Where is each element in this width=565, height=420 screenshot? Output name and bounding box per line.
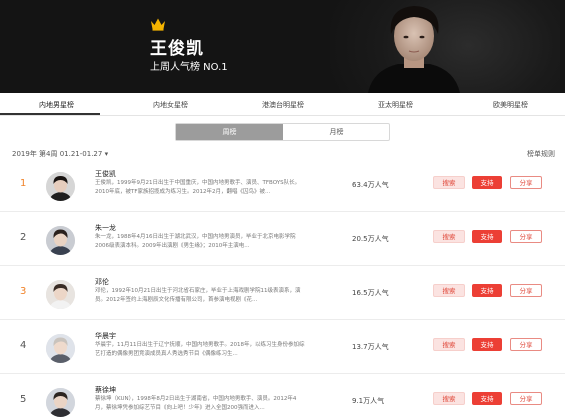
star-description: 朱一龙，1988年4月16日出生于湖北武汉，中国内地男演员，毕业于北京电影学院2…: [95, 234, 296, 249]
popularity-count: 16.5万人气: [352, 289, 389, 297]
tab-western[interactable]: 欧美明星榜: [493, 100, 528, 110]
star-name[interactable]: 华晨宇: [95, 331, 116, 341]
period-toggle: 周榜 月榜: [175, 123, 390, 141]
support-button[interactable]: 支持: [472, 230, 502, 243]
tab-hk-macau-taiwan[interactable]: 港澳台明星榜: [262, 100, 304, 110]
rank-number: 5: [20, 394, 27, 405]
avatar[interactable]: [46, 280, 75, 309]
rank-number: 4: [20, 340, 27, 351]
rank-number: 1: [20, 178, 27, 189]
share-button[interactable]: 分享: [510, 230, 542, 243]
popularity-count: 9.1万人气: [352, 397, 385, 405]
search-button[interactable]: 搜索: [433, 230, 465, 243]
share-button[interactable]: 分享: [510, 176, 542, 189]
popularity-count: 13.7万人气: [352, 343, 389, 351]
period-label: 2019年 第4周 01.21-01.27: [12, 150, 103, 158]
crown-icon: [151, 18, 165, 31]
hero-portrait-image: [368, 6, 460, 93]
avatar[interactable]: [46, 172, 75, 201]
search-button[interactable]: 搜索: [433, 392, 465, 405]
star-description: 王俊凯，1999年9月21日出生于中国重庆，中国内地男歌手、演员、TFBOYS队…: [95, 180, 301, 195]
share-button[interactable]: 分享: [510, 338, 542, 351]
ranking-row: 3 邓伦 邓伦，1992年10月21日出生于河北省石家庄，毕业于上海戏剧学院11…: [0, 266, 565, 320]
active-tab-indicator: [0, 113, 100, 115]
popularity-count: 63.4万人气: [352, 181, 389, 189]
support-button[interactable]: 支持: [472, 284, 502, 297]
tab-mainland-male[interactable]: 内地男星榜: [39, 100, 74, 110]
ranking-row: 1 王俊凯 王俊凯，1999年9月21日出生于中国重庆，中国内地男歌手、演员、T…: [0, 158, 565, 212]
toggle-month[interactable]: 月榜: [283, 124, 390, 140]
star-description: 邓伦，1992年10月21日出生于河北省石家庄，毕业于上海戏剧学院11级表演系，…: [95, 288, 301, 303]
ranking-row: 5 蔡徐坤 蔡徐坤（KUN），1998年8月2日出生于湖南省，中国内地男歌手、演…: [0, 374, 565, 420]
hero-banner: 王俊凯 上周人气榜 NO.1: [0, 0, 565, 93]
search-button[interactable]: 搜索: [433, 176, 465, 189]
rank-number: 3: [20, 286, 27, 297]
category-tabs: 内地男星榜 内地女星榜 港澳台明星榜 亚太明星榜 欧美明星榜: [0, 96, 565, 116]
support-button[interactable]: 支持: [472, 176, 502, 189]
support-button[interactable]: 支持: [472, 392, 502, 405]
star-description: 蔡徐坤（KUN），1998年8月2日出生于湖南省，中国内地男歌手、演员。2012…: [95, 396, 297, 411]
tab-mainland-female[interactable]: 内地女星榜: [153, 100, 188, 110]
chevron-down-icon: ▾: [104, 150, 109, 158]
avatar[interactable]: [46, 334, 75, 363]
star-name[interactable]: 朱一龙: [95, 223, 116, 233]
share-button[interactable]: 分享: [510, 392, 542, 405]
hero-star-name: 王俊凯: [150, 39, 204, 59]
share-button[interactable]: 分享: [510, 284, 542, 297]
rank-number: 2: [20, 232, 27, 243]
ranking-row: 4 华晨宇 华晨宇，11月11日出生于辽宁抚顺，中国内地男歌手。2018年，以练…: [0, 320, 565, 374]
star-name[interactable]: 邓伦: [95, 277, 109, 287]
hero-subtitle: 上周人气榜 NO.1: [150, 62, 228, 73]
ranking-row: 2 朱一龙 朱一龙，1988年4月16日出生于湖北武汉，中国内地男演员，毕业于北…: [0, 212, 565, 266]
avatar[interactable]: [46, 226, 75, 255]
star-name[interactable]: 蔡徐坤: [95, 385, 116, 395]
support-button[interactable]: 支持: [472, 338, 502, 351]
tab-asia-pacific[interactable]: 亚太明星榜: [378, 100, 413, 110]
toggle-week[interactable]: 周榜: [176, 124, 283, 140]
avatar[interactable]: [46, 388, 75, 417]
search-button[interactable]: 搜索: [433, 284, 465, 297]
search-button[interactable]: 搜索: [433, 338, 465, 351]
star-name[interactable]: 王俊凯: [95, 169, 116, 179]
star-description: 华晨宇，11月11日出生于辽宁抚顺，中国内地男歌手。2018年，以练习生身份参加…: [95, 342, 305, 357]
popularity-count: 20.5万人气: [352, 235, 389, 243]
